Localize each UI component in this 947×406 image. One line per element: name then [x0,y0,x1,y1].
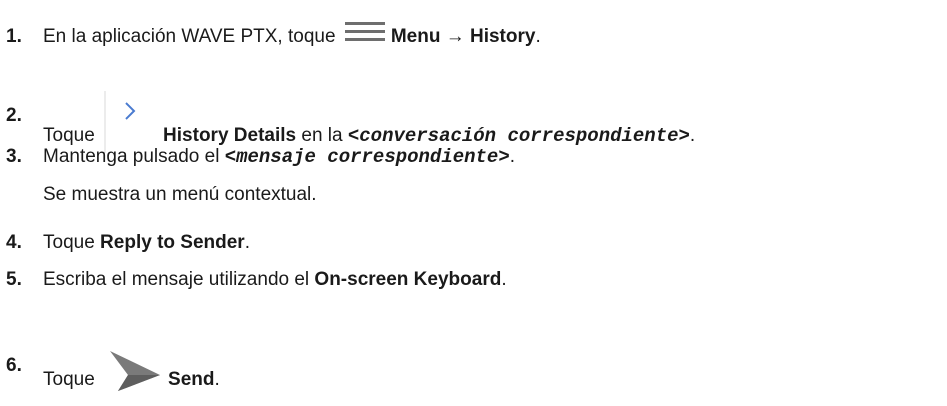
step-text: Escriba el mensaje utilizando el [43,269,315,290]
reply-to-sender-label: Reply to Sender [100,232,245,253]
hamburger-menu-icon [344,21,385,43]
step-number: 1. [6,26,22,47]
step-number: 4. [6,232,22,253]
step-text: Toque [43,369,101,391]
procedure-steps: 1. En la aplicación WAVE PTX, toque Menu… [0,0,947,406]
on-screen-keyboard-label: On-screen Keyboard [314,269,502,290]
period: . [689,125,696,147]
step-text: en la [296,125,348,147]
step-number: 2. [6,105,22,126]
step-number: 6. [6,355,22,376]
message-placeholder: <mensaje correspondiente> [224,146,510,168]
period: . [535,26,541,48]
history-details-label: History Details [163,125,297,147]
step-3-result: Se muestra un menú contextual. [43,184,317,205]
step-text: Mantenga pulsado el [43,146,225,167]
send-label: Send [168,369,215,391]
period: . [214,369,220,391]
conversation-placeholder: <conversación correspondiente> [347,125,690,148]
arrow-text: → [440,26,470,48]
step-number: 3. [6,146,22,167]
step-text: Toque [43,125,101,147]
step-number: 5. [6,269,22,290]
period: . [501,269,507,290]
step-text: Toque [43,232,101,253]
chevron-right-icon [104,91,159,153]
step-text: En la aplicación WAVE PTX, toque [43,26,341,48]
period: . [244,232,250,253]
menu-label: Menu [390,26,441,48]
period: . [509,146,516,167]
history-label: History [469,26,536,48]
send-arrow-icon [104,345,164,395]
